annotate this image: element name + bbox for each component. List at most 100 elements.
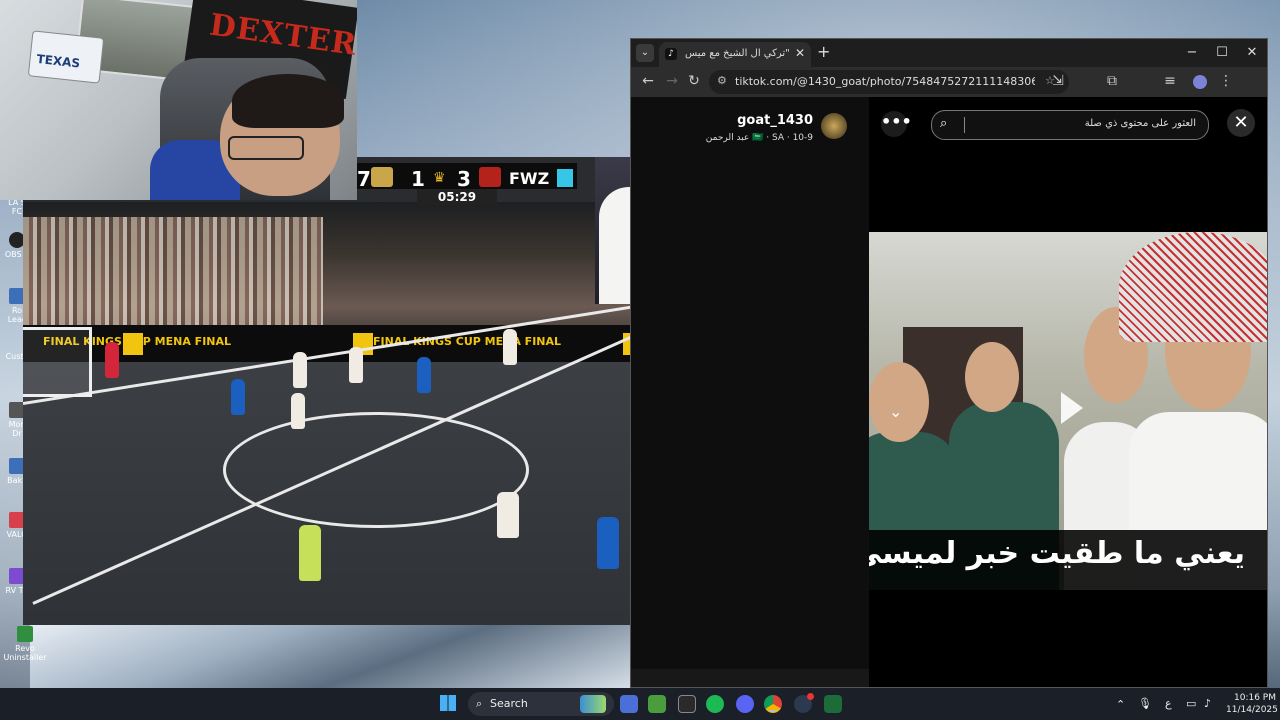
start-button[interactable]	[440, 695, 458, 713]
taskbar-search-label: Search	[490, 697, 528, 710]
minecraft-icon[interactable]	[648, 695, 666, 713]
site-info-icon[interactable]: ⚙	[717, 74, 727, 87]
home-score: 1	[411, 167, 425, 191]
photo-caption: يعني ما طقيت خبر لميسي	[869, 536, 1245, 571]
next-photo-icon[interactable]	[1061, 392, 1083, 424]
desktop-icon-label: Ro	[11, 306, 23, 315]
player-face	[965, 342, 1019, 412]
search-icon: ⌕	[476, 697, 483, 710]
streamer-hair	[232, 74, 344, 128]
player-home	[497, 492, 519, 538]
menu-icon[interactable]: ⋮	[1217, 73, 1235, 89]
away-team-name: FWZ	[509, 169, 550, 188]
glasses	[228, 136, 304, 160]
reload-icon[interactable]: ↻	[685, 73, 703, 89]
desktop-icon-sublabel: FC	[11, 207, 23, 216]
caption-bar: يعني ما طقيت خبر لميسي	[869, 530, 1267, 590]
goal-frame	[23, 327, 92, 397]
microphone-icon[interactable]: 🎙	[1138, 697, 1152, 710]
player-away	[231, 379, 245, 415]
player-away	[597, 517, 619, 569]
install-icon[interactable]: ⇲	[1049, 73, 1067, 89]
file-explorer-icon[interactable]	[620, 695, 638, 713]
away-team-logo	[479, 167, 501, 187]
volume-icon[interactable]: ♪	[1204, 697, 1211, 710]
network-icon[interactable]: ▭	[1186, 697, 1196, 710]
more-options-button[interactable]: •••	[881, 111, 912, 137]
epic-icon[interactable]	[678, 695, 696, 713]
comment-bar	[631, 669, 869, 687]
maximize-button[interactable]: ☐	[1207, 42, 1237, 64]
license-plate: TEXAS	[27, 30, 105, 84]
scoreboard-bar: 7 1 ♛ 3 FWZ	[357, 163, 577, 191]
new-tab-button[interactable]: +	[817, 42, 830, 61]
tab-bar: ⌄ ♪ اعثر على "تركي ال الشيخ مع ميس... ✕ …	[631, 39, 1267, 67]
search-highlight-icon	[580, 695, 606, 713]
language-indicator[interactable]: ع	[1165, 697, 1172, 710]
address-bar[interactable]: ⚙ tiktok.com/@1430_goat/photo/7548475272…	[709, 70, 1069, 94]
extensions-icon[interactable]: ⧉	[1103, 73, 1121, 89]
crowd	[23, 217, 323, 327]
author-name[interactable]: goat_1430	[737, 113, 813, 128]
chevron-down-icon[interactable]: ⌄	[889, 402, 902, 421]
post-sidebar: goat_1430 عبد الرحمن 🇸🇦 · SA · 10-9	[631, 97, 869, 687]
home-team-logo	[371, 167, 393, 187]
crown-icon: ♛	[433, 170, 446, 186]
chrome-window: ⌄ ♪ اعثر على "تركي ال الشيخ مع ميس... ✕ …	[630, 38, 1268, 688]
chrome-icon[interactable]	[764, 695, 782, 713]
desktop-icon-revo[interactable]: Revo Uninstaller	[0, 626, 50, 662]
plate-text: TEXAS	[35, 51, 81, 71]
scoreboard: 7 1 ♛ 3 FWZ 05:29	[357, 157, 577, 205]
clock-date[interactable]: 11/14/2025	[1226, 705, 1278, 715]
running-indicator	[769, 710, 777, 712]
text-cursor	[964, 117, 965, 133]
post-photo[interactable]: ⌄ يعني ما طقيت خبر لميسي	[869, 232, 1267, 590]
poster-title: DEXTER	[207, 7, 357, 63]
terminal-icon[interactable]	[824, 695, 842, 713]
desktop-icon-sublabel: Uninstaller	[3, 653, 47, 662]
tab-tiktok[interactable]: ♪ اعثر على "تركي ال الشيخ مع ميس... ✕	[659, 42, 811, 67]
spotify-icon[interactable]	[706, 695, 724, 713]
wallpaper-mountain	[30, 625, 630, 688]
taskbar-search[interactable]: ⌕ Search	[468, 692, 614, 716]
away-score: 3	[457, 167, 471, 191]
headscarf	[1119, 232, 1267, 342]
photo-viewer: ••• ⌕ العثور على محتوى ذي صلة ✕ ⌄ يعني م…	[869, 97, 1267, 687]
broadcaster-logo	[557, 169, 573, 187]
player-home	[293, 352, 307, 388]
search-placeholder: العثور على محتوى ذي صلة	[1084, 118, 1196, 129]
search-icon: ⌕	[940, 116, 948, 131]
webcam-overlay: DEXTER TEXAS	[0, 0, 357, 200]
notification-dot	[807, 693, 814, 700]
score-partial: 7	[357, 167, 371, 191]
forward-icon[interactable]: →	[663, 73, 681, 89]
tab-search-button[interactable]: ⌄	[636, 44, 654, 62]
steam-icon[interactable]	[794, 693, 814, 713]
search-input[interactable]: ⌕ العثور على محتوى ذي صلة	[931, 110, 1209, 140]
url-text: tiktok.com/@1430_goat/photo/754847527211…	[735, 75, 1035, 88]
desktop-icon-label: Revo	[15, 644, 35, 653]
tiktok-icon: ♪	[665, 48, 677, 60]
profile-avatar[interactable]	[1193, 75, 1207, 89]
tab-close-icon[interactable]: ✕	[795, 46, 805, 60]
back-icon[interactable]: ←	[639, 73, 657, 89]
close-window-button[interactable]: ✕	[1237, 42, 1267, 64]
page-content: goat_1430 عبد الرحمن 🇸🇦 · SA · 10-9 ••• …	[631, 97, 1267, 687]
avatar[interactable]	[821, 113, 847, 139]
center-circle	[223, 412, 529, 528]
revo-icon	[17, 626, 33, 642]
media-icon[interactable]: ≡	[1161, 73, 1179, 89]
clock-time[interactable]: 10:16 PM	[1234, 693, 1276, 703]
chevron-up-icon[interactable]: ⌃	[1116, 698, 1125, 711]
discord-icon[interactable]	[736, 695, 754, 713]
player-home	[291, 393, 305, 429]
tab-title: اعثر على "تركي ال الشيخ مع ميس...	[685, 48, 793, 59]
minimize-button[interactable]: −	[1177, 42, 1207, 64]
windows-icon	[440, 695, 456, 711]
player-home	[349, 347, 363, 383]
author-row[interactable]: goat_1430 عبد الرحمن 🇸🇦 · SA · 10-9	[631, 107, 859, 157]
player-away	[417, 357, 431, 393]
close-viewer-button[interactable]: ✕	[1227, 109, 1255, 137]
referee	[299, 525, 321, 581]
player-home	[503, 329, 517, 365]
